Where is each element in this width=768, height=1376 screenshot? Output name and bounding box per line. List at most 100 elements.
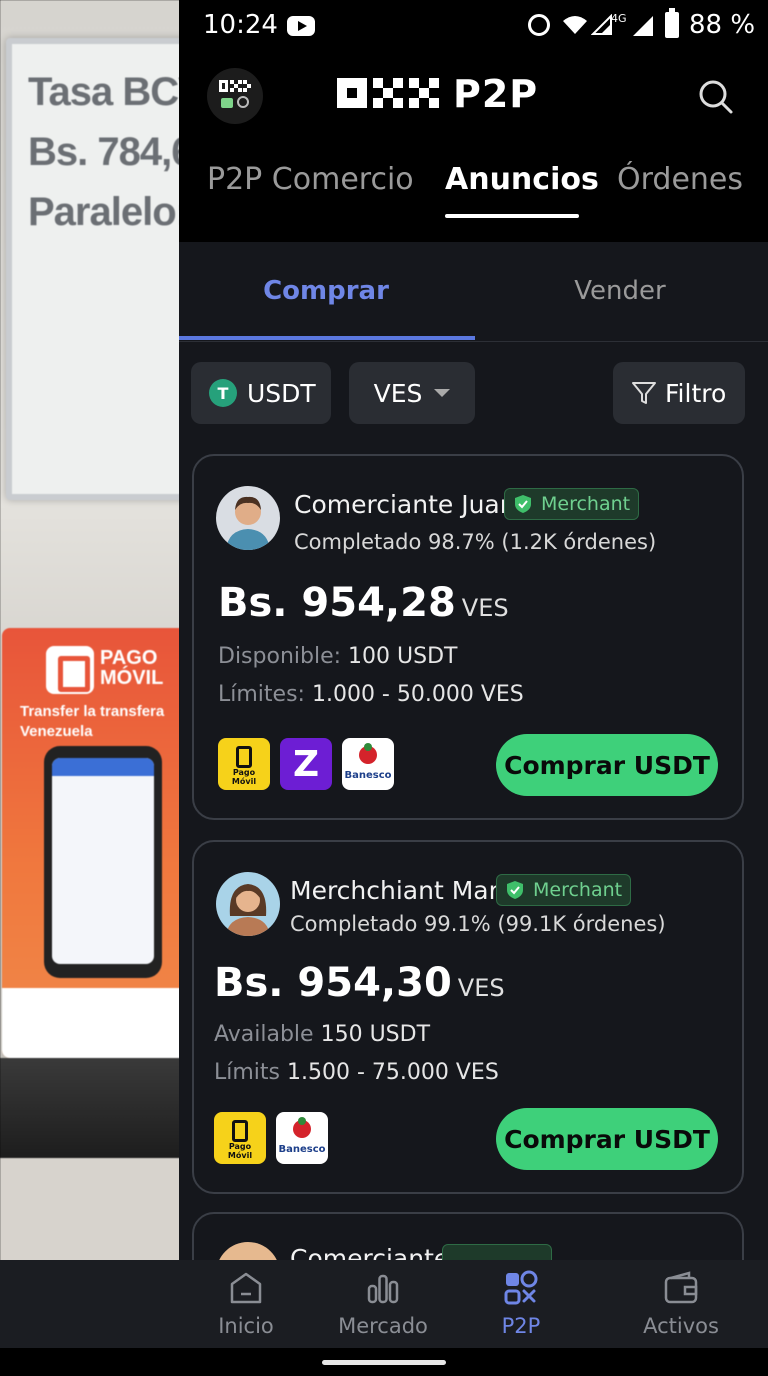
pago-movil-icon: Pago Móvil [218, 738, 270, 790]
verified-shield-icon [515, 495, 531, 513]
filter-label: Filtro [665, 378, 727, 408]
counter-shelf [0, 1058, 180, 1158]
price: Bs. 954,30 VES [214, 960, 505, 1006]
wifi-icon [563, 16, 587, 34]
nav-label: Activos [643, 1314, 719, 1338]
bottom-navigation: Inicio Mercado P2P Activos [0, 1260, 768, 1348]
wallet-icon [664, 1271, 698, 1304]
badge-label: Merchant [541, 493, 631, 515]
nav-mercado[interactable]: Mercado [323, 1260, 443, 1348]
asset-selector[interactable]: T USDT [191, 362, 331, 424]
fiat-selector[interactable]: VES [349, 362, 475, 424]
merchant-badge: Merchant [496, 874, 632, 906]
fiat-label: VES [373, 378, 423, 408]
merchant-avatar [216, 1242, 280, 1260]
okx-p2p-app: 10:24 4G 88 % P2P P2P Comercio Anuncios … [179, 0, 768, 1376]
available-value: 150 USDT [320, 1022, 431, 1047]
available-row: Available 150 USDT [214, 1022, 430, 1047]
nav-label: Mercado [338, 1314, 428, 1338]
chart-icon [367, 1274, 399, 1304]
poster-footer [2, 988, 180, 1058]
limits-label: Límits [214, 1060, 280, 1085]
segment-indicator [179, 336, 475, 340]
signal-icon [633, 16, 653, 36]
top-tabs: P2P Comercio Anuncios Órdenes [179, 162, 768, 222]
profile-avatar[interactable] [207, 68, 263, 124]
nav-p2p[interactable]: P2P [461, 1260, 581, 1348]
alarm-icon [528, 14, 550, 36]
youtube-icon [287, 16, 315, 36]
whiteboard-line: Bs. 784,66 [28, 130, 180, 174]
background-photo: Tasa BCV: Bs. 784,66 Paralelo: 95 PAGO M… [0, 0, 180, 1262]
tab-ordenes[interactable]: Órdenes [617, 162, 743, 197]
buy-usdt-button[interactable]: Comprar USDT [496, 1108, 718, 1170]
gesture-area [0, 1348, 768, 1376]
poster-phone-screen [52, 758, 154, 964]
nav-activos[interactable]: Activos [621, 1260, 741, 1348]
filter-button[interactable]: Filtro [613, 362, 745, 424]
verified-shield-icon [507, 881, 523, 899]
merchant-badge: Merchant [504, 488, 640, 520]
merchant-avatar [216, 872, 280, 936]
tab-p2p-comercio[interactable]: P2P Comercio [207, 162, 414, 197]
battery-icon [665, 8, 679, 38]
home-icon [230, 1272, 262, 1304]
merchant-name[interactable]: Merchchiant María [290, 876, 521, 905]
merchant-name[interactable]: Comerciante Juan [294, 490, 516, 519]
limits-value: 1.000 - 50.000 VES [311, 682, 524, 707]
badge-label: Merchant [533, 879, 623, 901]
nav-label: Inicio [218, 1314, 274, 1338]
price: Bs. 954,28 VES [218, 580, 509, 626]
status-bar: 10:24 4G 88 % [179, 0, 768, 52]
ad-card: Comerciante Juan Merchant Completado 98.… [192, 454, 744, 820]
app-header: P2P P2P Comercio Anuncios Órdenes [179, 52, 768, 230]
ad-card: Comerciante [192, 1212, 744, 1260]
banesco-icon: Banesco [276, 1112, 328, 1164]
caret-down-icon [434, 389, 451, 397]
ad-card: Merchchiant María Merchant Completado 99… [192, 840, 744, 1194]
whiteboard-line: Paralelo: 95 [28, 190, 180, 234]
asset-label: USDT [247, 378, 316, 408]
network-type: 4G [611, 12, 627, 25]
buy-usdt-button[interactable]: Comprar USDT [496, 734, 718, 796]
completion-rate: Completado 98.7% (1.2K órdenes) [294, 530, 657, 554]
merchant-avatar [216, 486, 280, 550]
header-divider [179, 230, 768, 242]
tab-anuncios[interactable]: Anuncios [445, 162, 599, 197]
available-row: Disponible: 100 USDT [218, 644, 457, 669]
banesco-icon: Banesco [342, 738, 394, 790]
nav-label: P2P [501, 1314, 541, 1338]
tether-icon: T [209, 379, 237, 407]
poster-brand: PAGO MÓVIL [100, 647, 164, 689]
active-tab-indicator [445, 214, 579, 218]
lock-icon [221, 98, 233, 108]
buy-sell-tabs: Comprar Vender [179, 242, 768, 342]
merchant-badge [442, 1244, 552, 1260]
tab-vender[interactable]: Vender [473, 276, 767, 306]
okx-mini-logo-icon [219, 80, 251, 92]
price-currency: VES [457, 974, 505, 1002]
price-value: Bs. 954,28 [218, 580, 456, 626]
limits-value: 1.500 - 75.000 VES [287, 1060, 499, 1085]
nav-inicio[interactable]: Inicio [186, 1260, 306, 1348]
pago-movil-logo [46, 646, 94, 694]
whiteboard: Tasa BCV: Bs. 784,66 Paralelo: 95 [6, 38, 180, 500]
floor [0, 1158, 180, 1262]
funnel-icon [632, 382, 656, 404]
limits-label: Límites: [218, 682, 305, 707]
status-time: 10:24 [203, 10, 278, 40]
zelle-icon: Z [280, 738, 332, 790]
available-label: Disponible: [218, 644, 342, 669]
limits-row: Límits 1.500 - 75.000 VES [214, 1060, 499, 1085]
available-label: Available [214, 1022, 314, 1047]
home-gesture-bar[interactable] [322, 1360, 446, 1365]
available-value: 100 USDT [348, 644, 458, 669]
tab-comprar[interactable]: Comprar [179, 276, 473, 306]
search-icon[interactable] [697, 78, 735, 116]
merchant-name[interactable]: Comerciante [290, 1244, 449, 1260]
ads-content: Comprar Vender T USDT VES Filtro Comerci… [179, 242, 768, 1260]
pago-movil-icon: Pago Móvil [214, 1112, 266, 1164]
whiteboard-line: Tasa BCV: [28, 70, 180, 114]
app-title: P2P [453, 72, 539, 116]
price-currency: VES [461, 594, 509, 622]
